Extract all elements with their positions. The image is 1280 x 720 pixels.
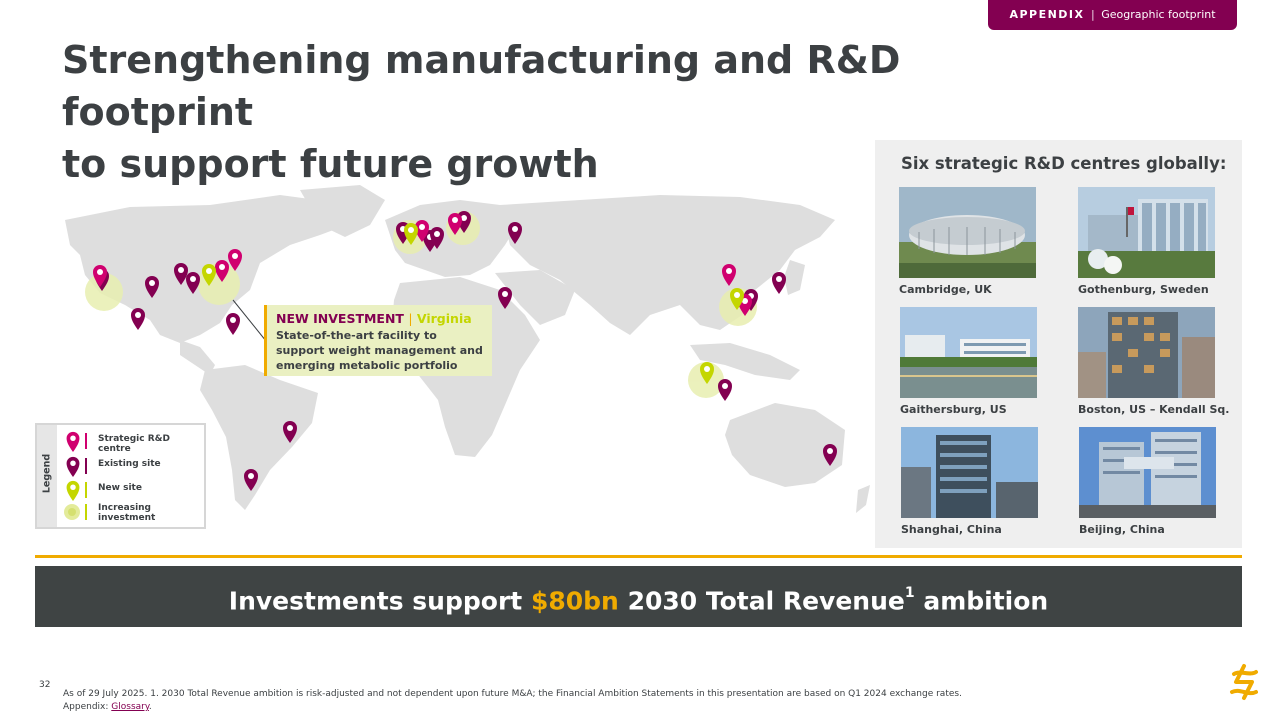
- banner-text-post: 2030 Total Revenue: [627, 586, 905, 616]
- legend-item-new-site: New site: [64, 479, 204, 501]
- rd-centres-panel: Six strategic R&D centres globally: Camb…: [875, 140, 1242, 548]
- divider-line: [35, 555, 1242, 558]
- rd-centre-label: Gaithersburg, US: [900, 403, 1007, 416]
- appendix-line: Appendix: Glossary.: [63, 701, 962, 714]
- new-investment-callout: NEW INVESTMENT | Virginia State-of-the-a…: [264, 305, 492, 376]
- legend-bar: [85, 433, 87, 449]
- glossary-link[interactable]: Glossary: [111, 702, 149, 712]
- callout-heading: NEW INVESTMENT | Virginia: [276, 310, 484, 327]
- investment-halo-icon: [64, 504, 80, 520]
- callout-location: Virginia: [416, 311, 472, 326]
- rd-centre-label: Beijing, China: [1079, 523, 1165, 536]
- appendix-label: Appendix:: [63, 702, 109, 712]
- rd-centre-card: Cambridge, UK: [899, 187, 1036, 296]
- section-tag-label: APPENDIX: [1009, 8, 1085, 21]
- rd-centre-card: Shanghai, China: [901, 427, 1038, 536]
- legend-label: New site: [98, 483, 142, 493]
- map-pin-icon: [66, 456, 80, 477]
- building-photo: [899, 187, 1036, 278]
- footnote-text: As of 29 July 2025. 1. 2030 Total Revenu…: [63, 689, 962, 699]
- legend-item-rd-centre: Strategic R&D centre: [64, 430, 204, 454]
- section-tag-separator: |: [1091, 8, 1095, 21]
- map-pin-icon: [66, 431, 80, 452]
- building-photo: [900, 307, 1037, 398]
- rd-panel-title: Six strategic R&D centres globally:: [901, 154, 1227, 173]
- legend-title: Legend: [41, 453, 53, 494]
- legend-label: Existing site: [98, 459, 161, 469]
- callout-separator: |: [408, 311, 413, 326]
- legend-label: Strategic R&D centre: [98, 434, 170, 454]
- legend-bar: [85, 458, 87, 474]
- rd-centre-card: Gothenburg, Sweden: [1078, 187, 1215, 296]
- map-pin-icon: [718, 379, 732, 401]
- footnote: As of 29 July 2025. 1. 2030 Total Revenu…: [63, 688, 962, 714]
- map-pin-icon: [66, 480, 80, 501]
- legend-item-existing-site: Existing site: [64, 455, 204, 477]
- page-number: 32: [39, 680, 51, 690]
- rd-centre-label: Cambridge, UK: [899, 283, 992, 296]
- building-photo: [901, 427, 1038, 518]
- section-tag: APPENDIX | Geographic footprint: [988, 0, 1237, 30]
- south-america-shape: [200, 365, 318, 510]
- japan-shape: [784, 260, 805, 295]
- map-legend: Legend Strategic R&D centre Existing sit…: [35, 423, 206, 529]
- map-pin-icon: [131, 308, 145, 330]
- section-tag-topic: Geographic footprint: [1101, 8, 1216, 21]
- new-zealand-shape: [856, 485, 870, 513]
- rd-centre-card: Beijing, China: [1079, 427, 1216, 536]
- map-pin-icon: [772, 272, 786, 294]
- callout-body: State-of-the-art facility to support wei…: [276, 329, 483, 372]
- astrazeneca-logo-icon: [1230, 664, 1258, 700]
- banner-text-end: ambition: [923, 586, 1049, 616]
- rd-centre-label: Boston, US – Kendall Sq.: [1078, 403, 1230, 416]
- legend-bar: [85, 504, 87, 520]
- appendix-end: .: [148, 702, 152, 712]
- building-photo: [1078, 307, 1215, 398]
- building-photo: [1078, 187, 1215, 278]
- banner-text-pre: Investments support: [228, 586, 523, 616]
- legend-item-increasing-investment: Increasing investment: [64, 501, 204, 523]
- ambition-banner: Investments support $80bn 2030 Total Rev…: [35, 566, 1242, 627]
- map-pin-icon: [226, 313, 240, 335]
- page-title-line-1: Strengthening manufacturing and R&D foot…: [62, 38, 901, 134]
- rd-centre-label: Gothenburg, Sweden: [1078, 283, 1209, 296]
- rd-centre-card: Boston, US – Kendall Sq.: [1078, 307, 1230, 416]
- legend-label: Increasing investment: [98, 503, 156, 523]
- banner-amount: $80bn: [530, 586, 619, 616]
- banner-footnote-mark: 1: [904, 585, 915, 601]
- legend-bar: [85, 482, 87, 498]
- rd-centre-label: Shanghai, China: [901, 523, 1002, 536]
- building-photo: [1079, 427, 1216, 518]
- callout-heading-label: NEW INVESTMENT: [276, 311, 404, 326]
- rd-centre-card: Gaithersburg, US: [900, 307, 1037, 416]
